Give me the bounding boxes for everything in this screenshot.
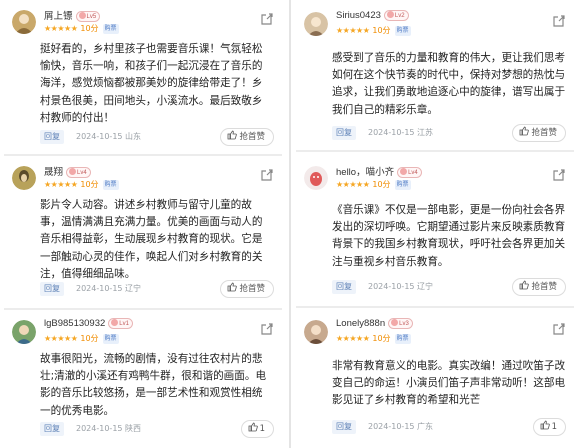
comment-card: Lonely888n Lv3 ★★★★★ 10分 购票 非常有教育意义的电影。真实改编… bbox=[296, 314, 574, 444]
rating-row: ★★★★★ 10分 购票 bbox=[336, 25, 411, 36]
comment-footer: 回复 2024-10-15 辽宁 抢首赞 bbox=[40, 280, 278, 298]
username[interactable]: lgB985130932 Lv1 bbox=[44, 318, 133, 329]
level-badge: Lv4 bbox=[66, 166, 91, 178]
score: 10分 bbox=[372, 180, 391, 189]
comment-card: lgB985130932 Lv1 ★★★★★ 10分 购票 故事很阳光，流畅的剧情，没… bbox=[4, 314, 282, 444]
reply-button[interactable]: 回复 bbox=[40, 282, 64, 296]
bought-tag: 购票 bbox=[394, 180, 411, 190]
username[interactable]: 屑上镖 Lv5 bbox=[44, 8, 101, 22]
thumbs-up-icon bbox=[248, 422, 258, 432]
comment-footer: 回复 2024-10-15 山东 抢首赞 bbox=[40, 128, 278, 146]
avatar[interactable] bbox=[12, 320, 36, 344]
comment-meta: 2024-10-15 辽宁 bbox=[76, 284, 142, 293]
comment-meta: 2024-10-15 山东 bbox=[76, 132, 142, 141]
comment-footer: 回复 2024-10-15 陕西 1 bbox=[40, 420, 278, 438]
reply-button[interactable]: 回复 bbox=[40, 130, 64, 144]
comment-text: 《音乐课》不仅是一部电影，更是一份向社会各界发出的深切呼唤。它期望通过影片来反映… bbox=[332, 204, 566, 268]
share-icon[interactable] bbox=[552, 14, 566, 28]
comment-card: Sirius0423 Lv2 ★★★★★ 10分 购票 感受到了音乐的力量和教育的伟大… bbox=[296, 6, 574, 146]
username[interactable]: 晟翔 Lv4 bbox=[44, 164, 91, 178]
rating-row: ★★★★★ 10分 购票 bbox=[336, 333, 411, 344]
thumbs-up-icon bbox=[520, 280, 530, 290]
comment-text: 故事很阳光，流畅的剧情，没有过往农村片的悲壮;清澈的小溪还有鸡鸭牛群，很和谐的画… bbox=[40, 353, 267, 417]
like-button[interactable]: 抢首赞 bbox=[220, 280, 274, 298]
star-rating: ★★★★★ bbox=[44, 180, 78, 189]
username[interactable]: Lonely888n Lv3 bbox=[336, 318, 413, 329]
comment-card: 晟翔 Lv4 ★★★★★ 10分 购票 影片令人动容。讲述乡村教师与留守儿童的故事，温… bbox=[4, 160, 282, 304]
comment-meta: 2024-10-15 辽宁 bbox=[368, 282, 434, 291]
comment-card: 屑上镖 Lv5 ★★★★★ 10分 购票 挺好看的，乡村里孩子也需要音乐课！气氛轻松愉… bbox=[4, 4, 282, 150]
comment-text: 挺好看的，乡村里孩子也需要音乐课！气氛轻松愉快，音乐一响，和孩子们一起沉浸在了音… bbox=[40, 43, 263, 124]
like-button[interactable]: 1 bbox=[532, 418, 566, 436]
rating-row: ★★★★★ 10分 购票 bbox=[44, 23, 119, 34]
level-badge: Lv1 bbox=[108, 318, 133, 329]
share-icon[interactable] bbox=[260, 168, 274, 182]
score: 10分 bbox=[372, 334, 391, 343]
reply-button[interactable]: 回复 bbox=[40, 422, 64, 436]
like-button[interactable]: 抢首赞 bbox=[512, 124, 566, 142]
share-icon[interactable] bbox=[260, 322, 274, 336]
card-separator bbox=[4, 308, 282, 310]
level-badge: Lv3 bbox=[388, 318, 413, 329]
share-icon[interactable] bbox=[260, 12, 274, 26]
thumbs-up-icon bbox=[228, 282, 238, 292]
score: 10分 bbox=[372, 26, 391, 35]
username[interactable]: hello，喵小齐 Lv4 bbox=[336, 164, 422, 178]
bought-tag: 购票 bbox=[102, 180, 119, 190]
share-icon[interactable] bbox=[552, 168, 566, 182]
score: 10分 bbox=[80, 180, 99, 189]
comment-card: hello，喵小齐 Lv4 ★★★★★ 10分 购票 《音乐课》不仅是一部电影，更是一… bbox=[296, 160, 574, 300]
card-separator bbox=[296, 150, 574, 152]
avatar[interactable] bbox=[12, 166, 36, 190]
avatar[interactable] bbox=[12, 10, 36, 34]
card-separator bbox=[4, 154, 282, 156]
avatar[interactable] bbox=[304, 12, 328, 36]
comment-text: 非常有教育意义的电影。真实改编！通过吹笛子改变自己的命运！小演员们笛子声非常动听… bbox=[332, 360, 566, 407]
avatar[interactable] bbox=[304, 320, 328, 344]
card-separator bbox=[296, 306, 574, 308]
username[interactable]: Sirius0423 Lv2 bbox=[336, 10, 409, 21]
like-button[interactable]: 抢首赞 bbox=[512, 278, 566, 296]
rating-row: ★★★★★ 10分 购票 bbox=[44, 333, 119, 344]
level-badge: Lv4 bbox=[397, 166, 422, 178]
comment-footer: 回复 2024-10-15 广东 1 bbox=[332, 418, 570, 436]
star-rating: ★★★★★ bbox=[44, 24, 78, 33]
avatar[interactable] bbox=[304, 166, 328, 190]
comment-meta: 2024-10-15 江苏 bbox=[368, 128, 434, 137]
star-rating: ★★★★★ bbox=[336, 334, 370, 343]
reply-button[interactable]: 回复 bbox=[332, 420, 356, 434]
comment-meta: 2024-10-15 广东 bbox=[368, 422, 434, 431]
comment-footer: 回复 2024-10-15 辽宁 抢首赞 bbox=[332, 278, 570, 296]
thumbs-up-icon bbox=[228, 130, 238, 140]
score: 10分 bbox=[80, 24, 99, 33]
column-divider bbox=[289, 0, 291, 448]
rating-row: ★★★★★ 10分 购票 bbox=[44, 179, 119, 190]
thumbs-up-icon bbox=[540, 420, 550, 430]
comment-footer: 回复 2024-10-15 江苏 抢首赞 bbox=[332, 124, 570, 142]
like-button[interactable]: 1 bbox=[240, 420, 274, 438]
star-rating: ★★★★★ bbox=[336, 180, 370, 189]
score: 10分 bbox=[80, 334, 99, 343]
like-button[interactable]: 抢首赞 bbox=[220, 128, 274, 146]
reply-button[interactable]: 回复 bbox=[332, 280, 356, 294]
star-rating: ★★★★★ bbox=[44, 334, 78, 343]
comment-text: 影片令人动容。讲述乡村教师与留守儿童的故事，温情满满且充满力量。优美的画面与动人… bbox=[40, 199, 263, 280]
thumbs-up-icon bbox=[520, 126, 530, 136]
level-badge: Lv2 bbox=[383, 10, 409, 21]
bought-tag: 购票 bbox=[102, 24, 119, 34]
comment-text: 感受到了音乐的力量和教育的伟大，更让我们思考如何在这个快节奏的时代中，保持对梦想… bbox=[332, 52, 566, 116]
comment-meta: 2024-10-15 陕西 bbox=[76, 424, 142, 433]
bought-tag: 购票 bbox=[102, 334, 119, 344]
bought-tag: 购票 bbox=[394, 334, 411, 344]
rating-row: ★★★★★ 10分 购票 bbox=[336, 179, 411, 190]
bought-tag: 购票 bbox=[394, 26, 411, 36]
star-rating: ★★★★★ bbox=[336, 26, 370, 35]
reply-button[interactable]: 回复 bbox=[332, 126, 356, 140]
level-badge: Lv5 bbox=[75, 10, 101, 22]
share-icon[interactable] bbox=[552, 322, 566, 336]
